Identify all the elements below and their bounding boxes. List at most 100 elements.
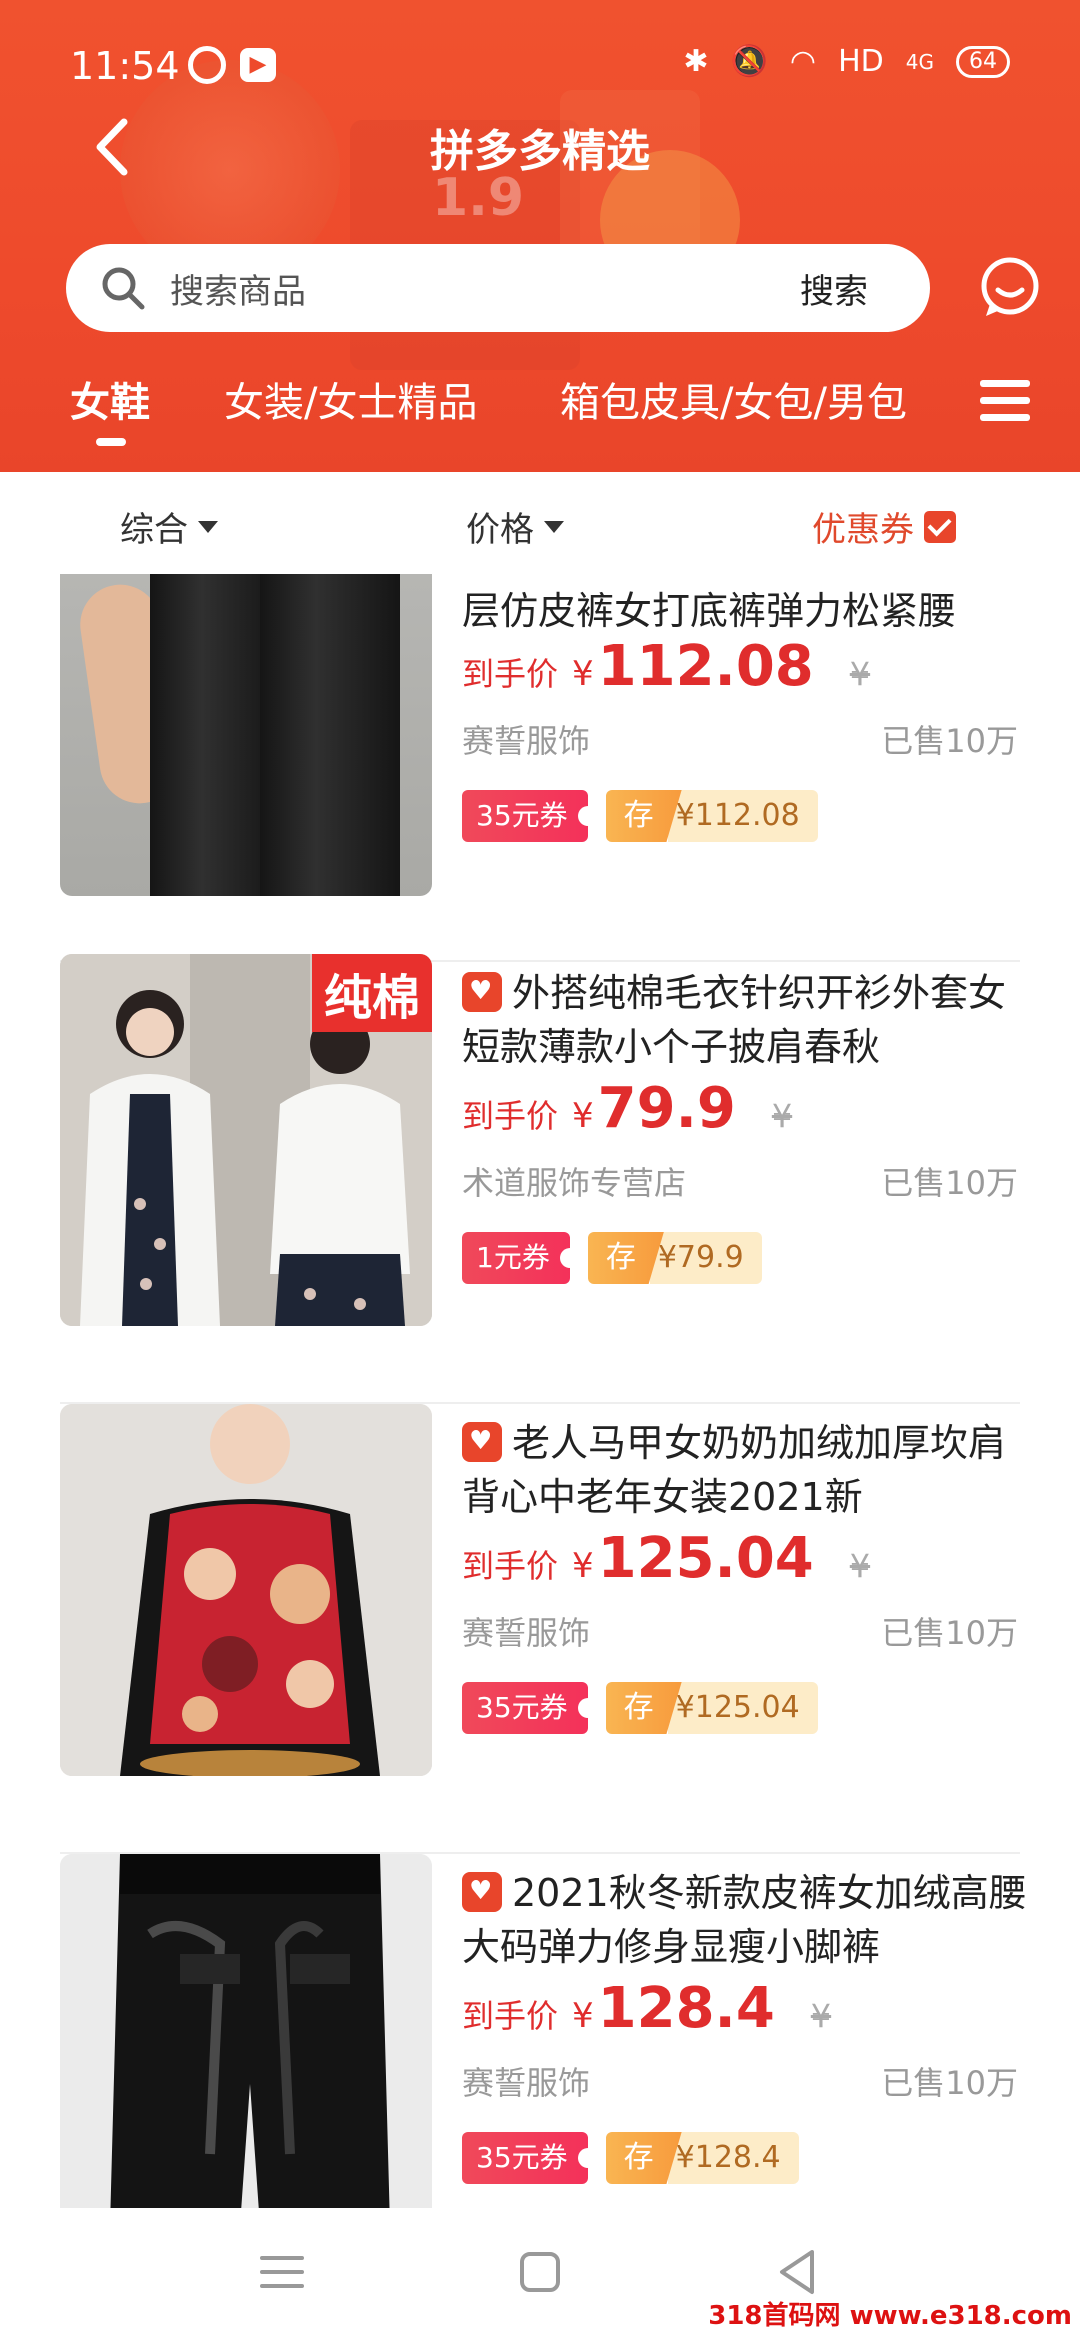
product-title: 2021秋冬新款皮裤女加绒高腰大码弹力修身显瘦小脚裤 [462, 1866, 1030, 1974]
caret-down-icon [198, 520, 218, 533]
sort-comprehensive[interactable]: 综合 [120, 502, 218, 551]
coupon-tag[interactable]: 35元券 [462, 790, 598, 842]
price-label: 到手价 [462, 1997, 559, 2035]
save-tag: 存 ¥112.08 [605, 790, 818, 842]
home-icon[interactable] [510, 2242, 570, 2302]
system-nav-bar: 318首码网 www.e318.com [0, 2208, 1080, 2340]
coupon-tag[interactable]: 35元券 [462, 1682, 598, 1734]
currency-symbol: ¥ [572, 1996, 594, 2036]
shop-name[interactable]: 赛誓服饰 [462, 2058, 590, 2104]
caret-down-icon [544, 520, 564, 533]
search-icon [102, 267, 145, 310]
price-label: 到手价 [462, 655, 559, 693]
brand-icon [462, 971, 502, 1012]
currency-symbol: ¥ [572, 654, 594, 694]
shop-name[interactable]: 赛誓服饰 [462, 1608, 590, 1654]
sort-bar: 综合 价格 优惠券 [0, 472, 1080, 574]
product-price: 112.08 [597, 634, 814, 699]
network-label: HD [838, 44, 884, 79]
product-image[interactable] [60, 1854, 432, 2208]
product-title: 层仿皮裤女打底裤弹力松紧腰 [462, 589, 957, 633]
search-bar[interactable]: 搜索商品 搜索 [66, 244, 930, 332]
vest-photo [60, 1404, 432, 1776]
status-bar: 11:54 ▶ ✱ 🔕 ◠ HD 4G 64 [0, 30, 1080, 100]
price-label: 到手价 [462, 1097, 559, 1135]
product-tags: 35元券 存 ¥125.04 [462, 1682, 818, 1734]
shop-name[interactable]: 术道服饰专营店 [462, 1158, 686, 1204]
original-price: ¥ [849, 1547, 871, 1585]
price-row: 到手价 ¥ 125.04 ¥ [462, 1526, 870, 1596]
original-price: ¥ [771, 1097, 793, 1135]
save-value: ¥112.08 [667, 790, 818, 842]
shop-name[interactable]: 赛誓服饰 [462, 716, 590, 762]
original-price: ¥ [849, 655, 871, 693]
page-title: 拼多多精选 [430, 126, 650, 177]
filter-coupon[interactable]: 优惠券 [812, 502, 956, 551]
sort-comprehensive-label: 综合 [120, 510, 188, 550]
product-info: 2021秋冬新款皮裤女加绒高腰大码弹力修身显瘦小脚裤 到手价 ¥ 128.4 ¥… [462, 1854, 1030, 2208]
recents-icon[interactable] [252, 2242, 312, 2302]
category-tab-women-shoes[interactable]: 女鞋 [70, 370, 150, 428]
coupon-tag[interactable]: 35元券 [462, 2132, 598, 2184]
currency-symbol: ¥ [572, 1546, 594, 1586]
product-title-text: 老人马甲女奶奶加绒加厚坎肩背心中老年女装2021新 [462, 1421, 1007, 1519]
save-tag: 存 ¥128.4 [605, 2132, 799, 2184]
sort-price-label: 价格 [466, 510, 534, 550]
sold-count: 已售10万 [881, 2064, 1018, 2102]
signal-icon: 4G [905, 49, 934, 74]
save-value: ¥79.9 [649, 1232, 762, 1284]
product-image[interactable]: 纯棉 [60, 954, 432, 1326]
coupon-checkbox[interactable] [924, 510, 956, 543]
price-row: 到手价 ¥ 79.9 ¥ [462, 1076, 792, 1146]
currency-symbol: ¥ [572, 1096, 594, 1136]
video-app-icon: ▶ [240, 48, 276, 82]
save-tag: 存 ¥79.9 [587, 1232, 762, 1284]
save-value: ¥128.4 [667, 2132, 799, 2184]
product-tags: 1元券 存 ¥79.9 [462, 1232, 762, 1284]
product-title: 老人马甲女奶奶加绒加厚坎肩背心中老年女装2021新 [462, 1416, 1030, 1524]
product-title-text: 外搭纯棉毛衣针织开衫外套女短款薄款小个子披肩春秋 [462, 971, 1007, 1069]
category-tab-women-clothing[interactable]: 女装/女士精品 [224, 370, 477, 428]
price-row: 到手价 ¥ 128.4 ¥ [462, 1976, 831, 2046]
battery-icon: 64 [956, 45, 1010, 78]
product-price: 128.4 [597, 1976, 775, 2041]
search-button[interactable]: 搜索 [800, 264, 868, 313]
cotton-badge: 纯棉 [311, 954, 432, 1032]
chat-icon[interactable] [978, 256, 1042, 320]
product-card[interactable]: 2021秋冬新款皮裤女加绒高腰大码弹力修身显瘦小脚裤 到手价 ¥ 128.4 ¥… [0, 1854, 1080, 2208]
quark-app-icon [188, 46, 226, 84]
category-tab-bags[interactable]: 箱包皮具/女包/男包 [560, 370, 907, 428]
original-price: ¥ [810, 1997, 832, 2035]
product-card[interactable]: 层仿皮裤女打底裤弹力松紧腰 到手价 ¥ 112.08 ¥ 赛誓服饰 已售10万 … [0, 574, 1080, 974]
wifi-icon: ◠ [789, 44, 817, 79]
product-card[interactable]: 老人马甲女奶奶加绒加厚坎肩背心中老年女装2021新 到手价 ¥ 125.04 ¥… [0, 1404, 1080, 1854]
product-price: 125.04 [597, 1526, 814, 1591]
search-input[interactable]: 搜索商品 [170, 264, 800, 313]
header: 1.9 11:54 ▶ ✱ 🔕 ◠ HD 4G 64 拼多多精选 搜索商品 搜索 [0, 0, 1080, 472]
brand-icon [462, 1871, 502, 1912]
leather-pants-photo [60, 1854, 432, 2208]
product-tags: 35元券 存 ¥112.08 [462, 790, 818, 842]
product-title-text: 2021秋冬新款皮裤女加绒高腰大码弹力修身显瘦小脚裤 [462, 1871, 1027, 1969]
status-indicators: ✱ 🔕 ◠ HD 4G 64 [683, 44, 1010, 79]
image-detail [260, 574, 400, 896]
product-card[interactable]: 纯棉 外搭纯棉毛衣针织开衫外套女短款薄款小个子披肩春秋 到手价 ¥ 79.9 ¥… [0, 954, 1080, 1404]
product-list: 层仿皮裤女打底裤弹力松紧腰 到手价 ¥ 112.08 ¥ 赛誓服饰 已售10万 … [0, 574, 1080, 2208]
sold-count: 已售10万 [881, 1614, 1018, 1652]
price-label: 到手价 [462, 1547, 559, 1585]
product-image[interactable] [60, 574, 432, 896]
save-value: ¥125.04 [667, 1682, 818, 1734]
filter-coupon-label: 优惠券 [812, 510, 914, 550]
product-info: 老人马甲女奶奶加绒加厚坎肩背心中老年女装2021新 到手价 ¥ 125.04 ¥… [462, 1404, 1030, 1776]
sort-price[interactable]: 价格 [466, 502, 564, 551]
mute-icon: 🔕 [730, 44, 768, 79]
menu-icon[interactable] [978, 376, 1032, 426]
back-nav-icon[interactable] [768, 2242, 828, 2302]
product-info: 外搭纯棉毛衣针织开衫外套女短款薄款小个子披肩春秋 到手价 ¥ 79.9 ¥ 术道… [462, 954, 1030, 1326]
product-info: 层仿皮裤女打底裤弹力松紧腰 到手价 ¥ 112.08 ¥ 赛誓服饰 已售10万 … [462, 574, 1030, 896]
coupon-tag[interactable]: 1元券 [462, 1232, 580, 1284]
product-price: 79.9 [597, 1076, 736, 1141]
product-title: 外搭纯棉毛衣针织开衫外套女短款薄款小个子披肩春秋 [462, 966, 1030, 1074]
product-image[interactable] [60, 1404, 432, 1776]
watermark: 318首码网 www.e318.com [708, 2301, 1072, 2331]
